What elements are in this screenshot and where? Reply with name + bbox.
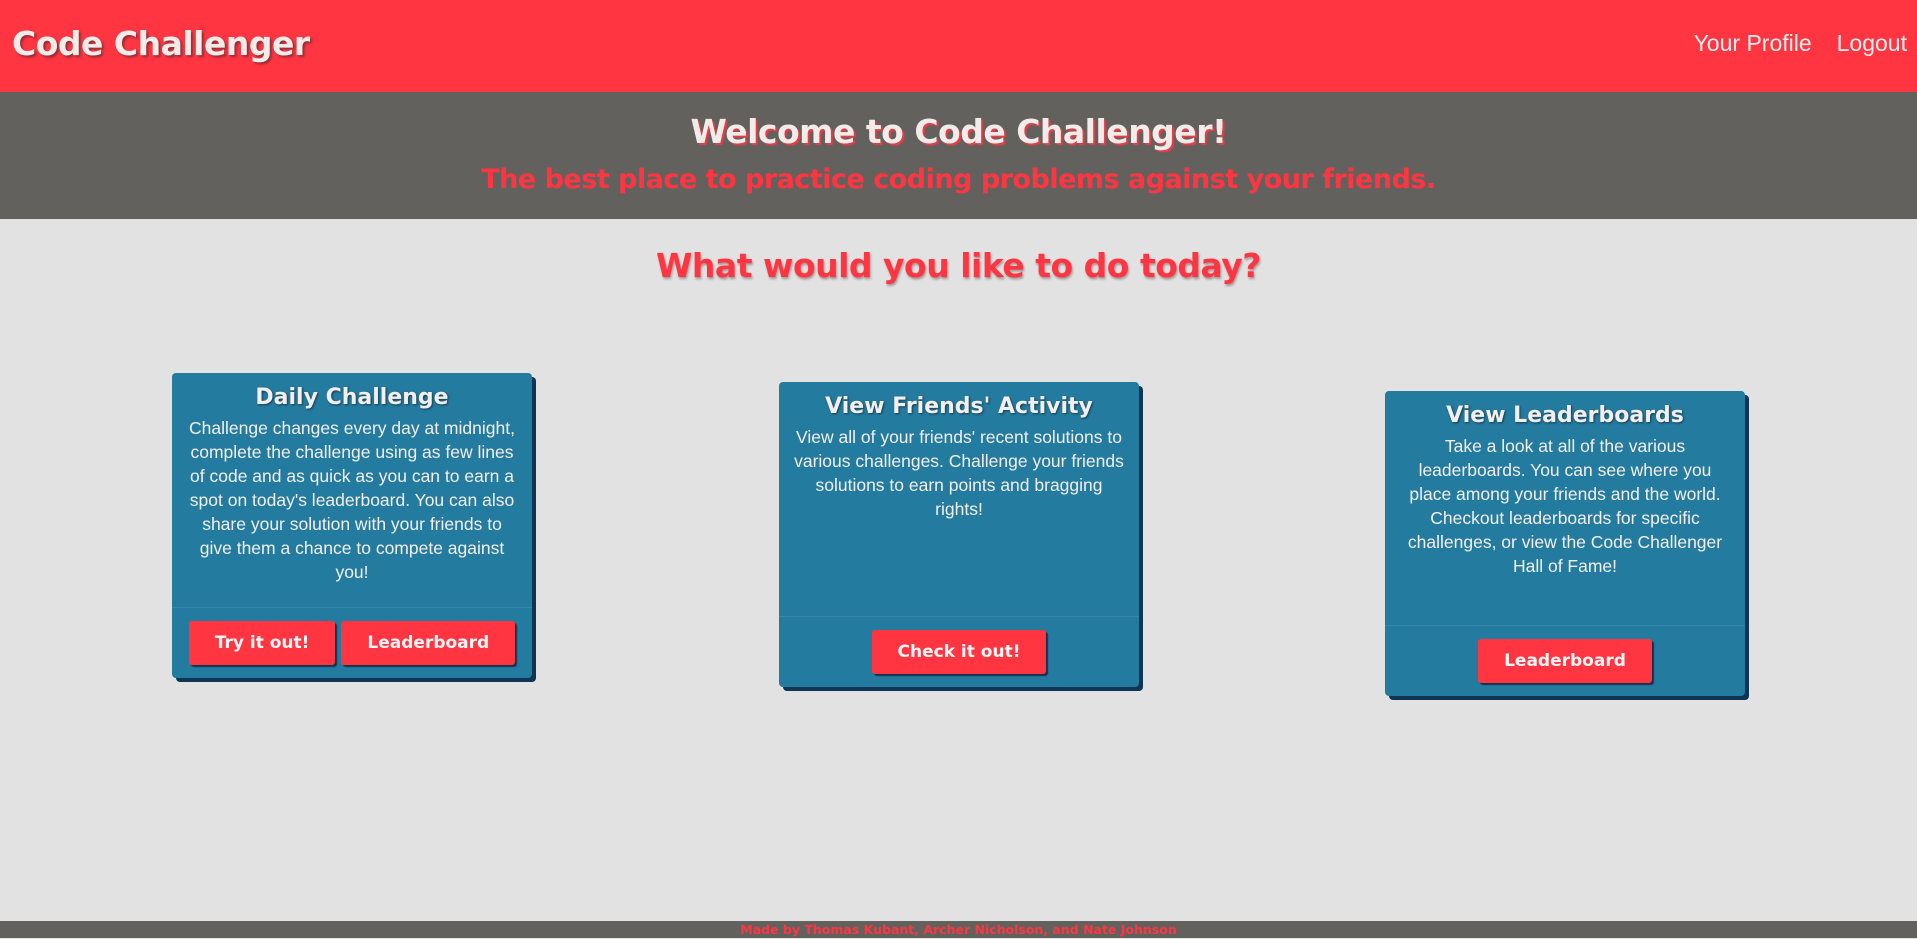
card-description: Take a look at all of the various leader… [1407, 436, 1723, 576]
card-daily-challenge: Daily Challenge Challenge changes every … [172, 373, 532, 678]
card-description: Challenge changes every day at midnight,… [189, 418, 515, 582]
page-question: What would you like to do today? [656, 246, 1261, 285]
nav-links: Your Profile Logout [1694, 30, 1907, 57]
brand-logo[interactable]: Code Challenger [12, 24, 310, 63]
daily-leaderboard-button[interactable]: Leaderboard [341, 621, 516, 665]
hero-banner: Welcome to Code Challenger! The best pla… [0, 92, 1917, 219]
card-footer: Check it out! [779, 616, 1139, 687]
card-title: Daily Challenge [255, 385, 449, 410]
card-title: View Leaderboards [1446, 403, 1684, 428]
footer-credits: Made by Thomas Kubant, Archer Nicholson,… [0, 921, 1917, 938]
card-description: View all of your friends' recent solutio… [794, 427, 1124, 519]
hero-title: Welcome to Code Challenger! [690, 112, 1227, 151]
nav-link-logout[interactable]: Logout [1837, 30, 1907, 57]
card-title: View Friends' Activity [825, 394, 1093, 419]
check-it-out-button[interactable]: Check it out! [871, 630, 1047, 674]
hero-subtitle: The best place to practice coding proble… [481, 164, 1436, 195]
card-footer: Leaderboard [1385, 625, 1745, 696]
navbar: Code Challenger Your Profile Logout [0, 0, 1917, 92]
card-friends-activity: View Friends' Activity View all of your … [779, 382, 1139, 687]
nav-link-profile[interactable]: Your Profile [1694, 30, 1812, 57]
card-leaderboards: View Leaderboards Take a look at all of … [1385, 391, 1745, 696]
try-it-out-button[interactable]: Try it out! [188, 621, 336, 665]
leaderboards-button[interactable]: Leaderboard [1478, 639, 1652, 683]
card-footer: Try it out! Leaderboard [172, 607, 532, 678]
